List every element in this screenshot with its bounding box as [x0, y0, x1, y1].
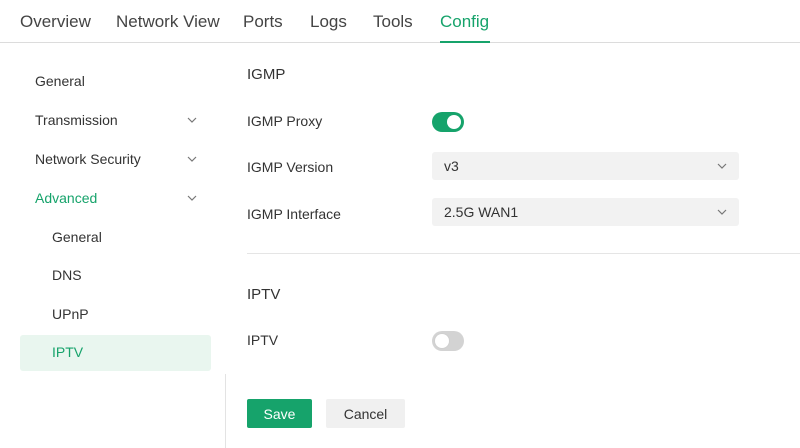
tab-overview[interactable]: Overview — [20, 12, 91, 32]
sidebar-item-label: IPTV — [52, 344, 84, 360]
sidebar-item-label: DNS — [52, 267, 82, 283]
iptv-toggle[interactable] — [432, 331, 464, 351]
chevron-down-icon — [187, 117, 197, 123]
chevron-down-icon — [187, 156, 197, 162]
sidebar-item-advanced[interactable]: Advanced — [20, 181, 211, 217]
sidebar-item-label: General — [52, 229, 102, 245]
sidebar-item-transmission[interactable]: Transmission — [20, 103, 211, 139]
sidebar-item-upnp[interactable]: UPnP — [20, 297, 211, 333]
sidebar-item-iptv[interactable]: IPTV — [20, 335, 211, 371]
tab-config[interactable]: Config — [440, 12, 489, 32]
tab-logs[interactable]: Logs — [310, 12, 347, 32]
save-button[interactable]: Save — [247, 399, 312, 428]
sidebar-item-network-security[interactable]: Network Security — [20, 142, 211, 178]
toggle-knob — [435, 334, 449, 348]
igmp-interface-label: IGMP Interface — [247, 206, 341, 222]
top-tab-bar: Overview Network View Ports Logs Tools C… — [0, 0, 800, 43]
igmp-proxy-toggle[interactable] — [432, 112, 464, 132]
active-tab-indicator — [440, 41, 490, 43]
tab-network-view[interactable]: Network View — [116, 12, 220, 32]
sidebar-item-dns[interactable]: DNS — [20, 258, 211, 294]
sidebar-item-label: Network Security — [35, 151, 141, 167]
sidebar-item-label: Advanced — [35, 190, 98, 206]
sidebar-item-label: Transmission — [35, 112, 118, 128]
chevron-down-icon — [717, 209, 727, 215]
sidebar-item-general[interactable]: General — [20, 64, 211, 100]
chevron-down-icon — [717, 163, 727, 169]
igmp-proxy-label: IGMP Proxy — [247, 113, 323, 129]
igmp-version-value: v3 — [444, 158, 459, 174]
tab-tools[interactable]: Tools — [373, 12, 413, 32]
cancel-button[interactable]: Cancel — [326, 399, 405, 428]
igmp-interface-select[interactable]: 2.5G WAN1 — [432, 198, 739, 226]
sidebar-item-label: UPnP — [52, 306, 89, 322]
igmp-section-title: IGMP — [247, 66, 286, 83]
sidebar-divider — [225, 374, 226, 448]
iptv-section-title: IPTV — [247, 286, 281, 303]
section-divider — [247, 253, 800, 254]
sidebar-item-advanced-general[interactable]: General — [20, 220, 211, 256]
igmp-version-select[interactable]: v3 — [432, 152, 739, 180]
igmp-version-label: IGMP Version — [247, 159, 334, 175]
toggle-knob — [447, 115, 461, 129]
chevron-down-icon — [187, 195, 197, 201]
iptv-label: IPTV — [247, 332, 279, 348]
tab-ports[interactable]: Ports — [243, 12, 283, 32]
igmp-interface-value: 2.5G WAN1 — [444, 204, 519, 220]
sidebar-item-label: General — [35, 73, 85, 89]
